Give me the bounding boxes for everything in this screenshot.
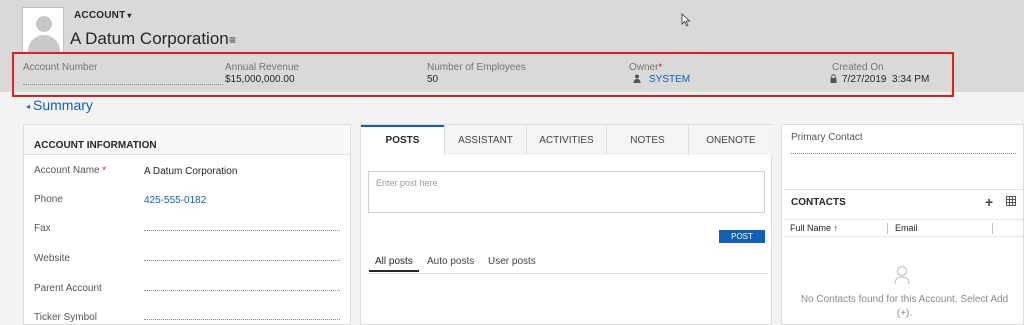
empty-contacts-message: No Contacts found for this Account. Sele… (800, 294, 1009, 319)
subtab-auto-posts[interactable]: Auto posts (427, 256, 474, 267)
column-divider[interactable] (887, 223, 888, 234)
lock-icon (830, 74, 837, 83)
account-number-empty-value (23, 84, 223, 85)
created-on-field: Created On 7/27/2019 3:34 PM (830, 62, 929, 85)
entity-type-selector[interactable]: ACCOUNT ▾ (74, 10, 132, 21)
add-icon[interactable]: + (985, 194, 993, 210)
column-email[interactable]: Email (895, 223, 918, 233)
fax-label: Fax (34, 223, 51, 234)
required-marker: * (658, 62, 662, 72)
collapse-icon: ◂ (26, 101, 31, 111)
account-name-label: Account Name * (34, 165, 106, 176)
activity-panel: POSTS ASSISTANT ACTIVITIES NOTES ONENOTE… (360, 124, 773, 325)
parent-account-field[interactable] (144, 290, 340, 291)
account-name-field[interactable]: A Datum Corporation (144, 166, 237, 177)
grid-view-icon[interactable] (1006, 196, 1016, 206)
owner-label: Owner* (629, 62, 690, 73)
employees-value: 50 (427, 74, 439, 85)
mouse-cursor-icon (681, 13, 691, 27)
annual-revenue-value: $15,000,000.00 (225, 74, 295, 85)
column-full-name[interactable]: Full Name ↑ (790, 223, 838, 233)
owner-name[interactable]: SYSTEM (649, 74, 690, 85)
tab-posts[interactable]: POSTS (361, 125, 445, 155)
contact-placeholder-icon (894, 265, 910, 285)
post-input[interactable]: Enter post here (368, 171, 765, 213)
created-on-date: 7/27/2019 3:34 PM (842, 74, 930, 85)
activity-tabs: POSTS ASSISTANT ACTIVITIES NOTES ONENOTE (361, 125, 773, 155)
employees-label: Number of Employees (427, 62, 526, 73)
account-number-field[interactable]: Account Number (23, 62, 97, 73)
menu-icon[interactable]: ≡ (229, 33, 236, 47)
primary-contact-field[interactable] (791, 153, 1016, 154)
subtab-all-posts[interactable]: All posts (369, 256, 419, 272)
owner-value[interactable]: SYSTEM (629, 74, 690, 85)
account-number-label: Account Number (23, 62, 98, 73)
column-divider[interactable] (992, 223, 993, 234)
created-on-value: 7/27/2019 3:34 PM (830, 74, 929, 85)
created-on-label: Created On (832, 62, 884, 73)
fax-field[interactable] (144, 230, 340, 231)
phone-field[interactable]: 425-555-0182 (144, 195, 206, 206)
annual-revenue-field[interactable]: Annual Revenue $15,000,000.00 (225, 62, 299, 85)
avatar-body (28, 35, 60, 52)
divider (783, 189, 1023, 190)
account-information-title: ACCOUNT INFORMATION (34, 140, 157, 151)
ticker-symbol-label: Ticker Symbol (34, 312, 97, 323)
contacts-panel: Primary Contact CONTACTS + Full Name ↑ E… (781, 124, 1024, 325)
employees-field[interactable]: Number of Employees 50 (427, 62, 526, 85)
account-information-panel: ACCOUNT INFORMATION Account Name * A Dat… (23, 124, 351, 325)
annual-revenue-label: Annual Revenue (225, 62, 299, 73)
tab-onenote[interactable]: ONENOTE (689, 125, 773, 155)
summary-title: Summary (33, 97, 93, 113)
owner-label-text: Owner (629, 62, 659, 73)
account-information-header: ACCOUNT INFORMATION (24, 125, 350, 155)
tab-notes[interactable]: NOTES (607, 125, 689, 155)
phone-label: Phone (34, 194, 63, 205)
contacts-grid-header: Full Name ↑ Email (783, 219, 1023, 237)
entity-type-label: ACCOUNT (74, 10, 126, 21)
avatar[interactable] (22, 7, 64, 53)
record-name: A Datum Corporation (70, 29, 229, 48)
chevron-down-icon: ▾ (127, 11, 132, 20)
avatar-head (36, 16, 52, 32)
primary-contact-label: Primary Contact (791, 132, 863, 143)
ticker-symbol-field[interactable] (144, 319, 340, 320)
website-field[interactable] (144, 260, 340, 261)
owner-field[interactable]: Owner* SYSTEM (629, 62, 690, 85)
tab-assistant[interactable]: ASSISTANT (445, 125, 527, 155)
post-button[interactable]: POST (719, 230, 765, 243)
parent-account-label: Parent Account (34, 283, 102, 294)
post-filter-tabs: All posts Auto posts User posts (368, 254, 768, 274)
website-label: Website (34, 253, 70, 264)
user-icon (633, 74, 641, 83)
tab-activities[interactable]: ACTIVITIES (527, 125, 607, 155)
summary-section-toggle[interactable]: ◂ Summary (26, 97, 93, 113)
subtab-user-posts[interactable]: User posts (488, 256, 536, 267)
contacts-title: CONTACTS (791, 197, 846, 208)
